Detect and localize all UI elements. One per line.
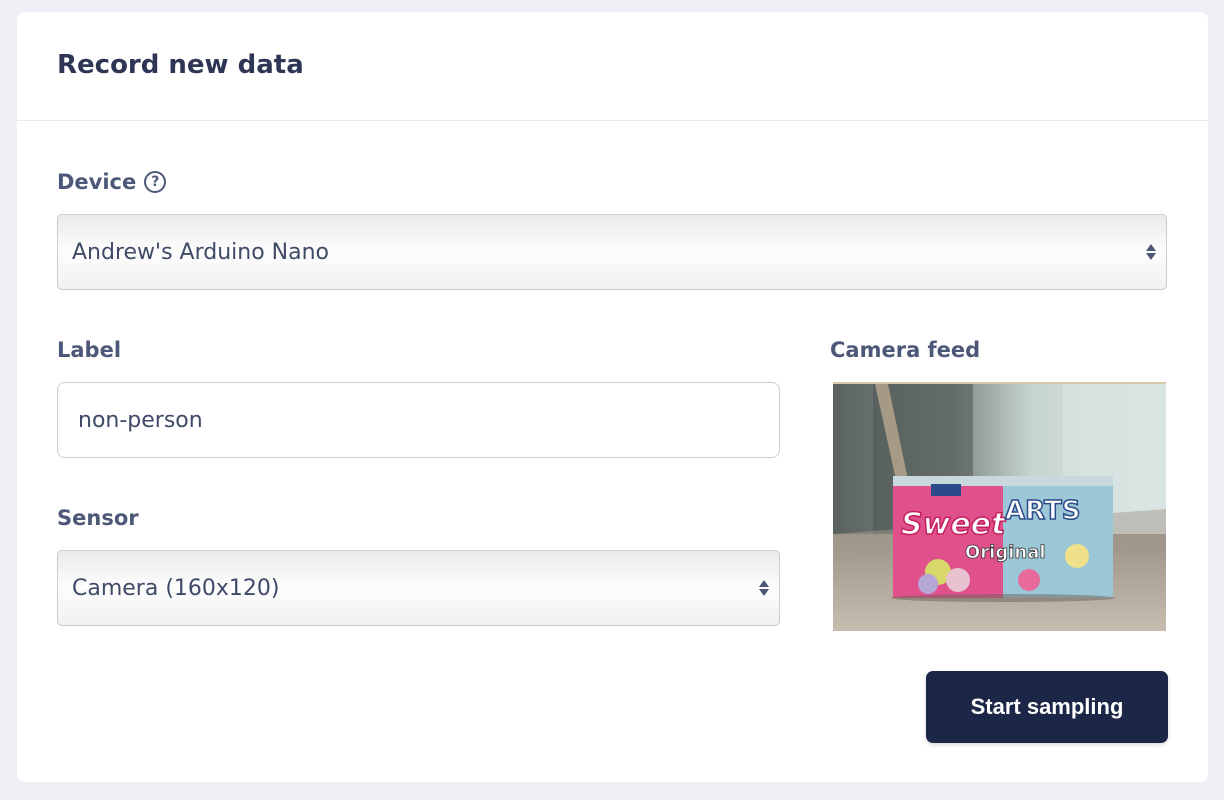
sensor-select[interactable]: Camera (160x120) xyxy=(57,550,780,626)
device-select-value: Andrew's Arduino Nano xyxy=(72,239,330,265)
device-select[interactable]: Andrew's Arduino Nano xyxy=(57,214,1167,290)
svg-text:ARTS: ARTS xyxy=(1005,496,1080,526)
camera-feed-label: Camera feed xyxy=(830,338,980,362)
card-title: Record new data xyxy=(57,50,304,80)
sensor-label: Sensor xyxy=(57,506,139,530)
svg-text:Sweet: Sweet xyxy=(901,507,1007,542)
sensor-select-value: Camera (160x120) xyxy=(72,575,280,601)
start-sampling-button[interactable]: Start sampling xyxy=(926,671,1168,743)
label-field-label: Label xyxy=(57,338,121,362)
sensor-label-text: Sensor xyxy=(57,506,139,530)
label-field-label-text: Label xyxy=(57,338,122,362)
select-arrows-icon xyxy=(1146,244,1156,260)
device-label: Device xyxy=(57,170,137,194)
select-arrows-icon xyxy=(759,580,769,596)
label-input[interactable] xyxy=(57,382,780,458)
record-data-card: Record new data Device ? Andrew's Arduin… xyxy=(17,12,1208,782)
svg-text:Original: Original xyxy=(965,542,1046,563)
camera-feed-image: Sweet ARTS Original xyxy=(833,382,1166,631)
camera-feed-label-text: Camera feed xyxy=(830,338,981,362)
card-header: Record new data xyxy=(17,12,1208,121)
question-circle-icon[interactable]: ? xyxy=(144,171,167,193)
device-label-row: Device ? xyxy=(57,170,167,194)
